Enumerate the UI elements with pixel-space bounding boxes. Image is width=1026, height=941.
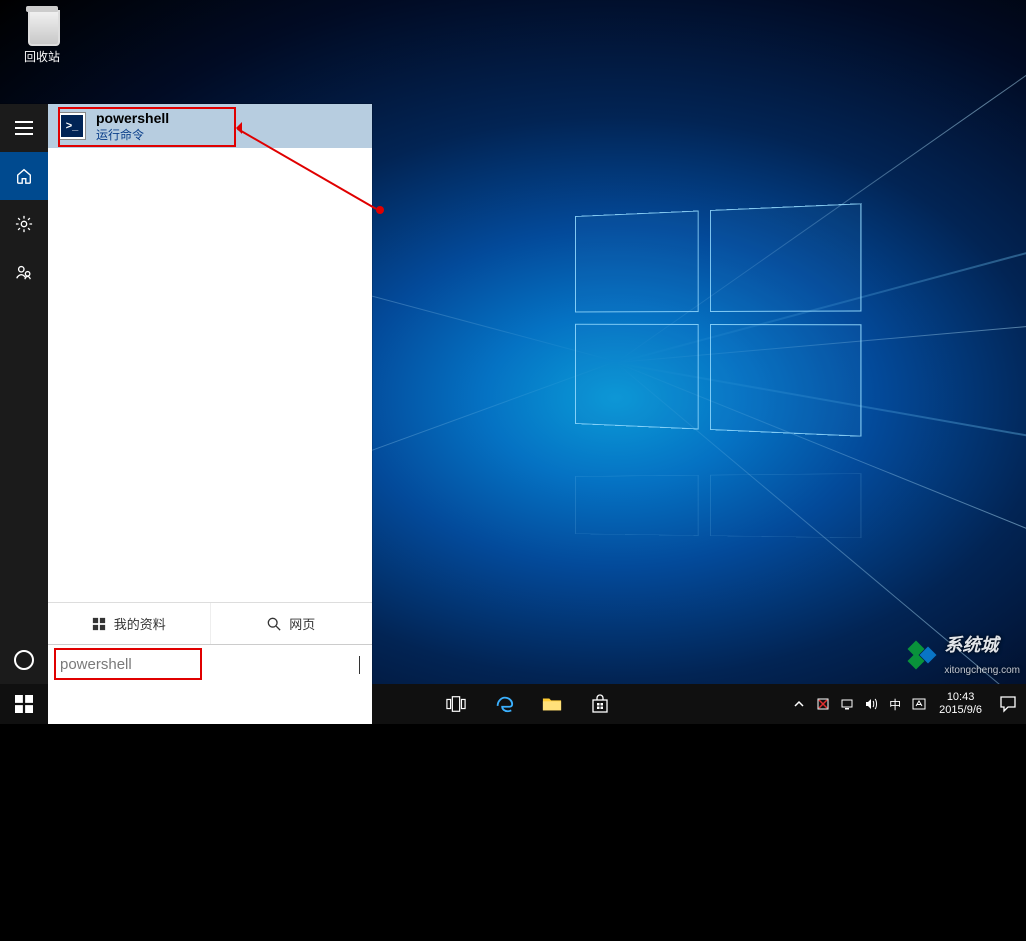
search-input[interactable] (60, 656, 361, 673)
watermark-sub: xitongcheng.com (944, 665, 1020, 676)
tray-security-icon[interactable] (811, 684, 835, 724)
tray-volume-icon[interactable] (859, 684, 883, 724)
best-match-title: powershell (96, 110, 169, 126)
cortana-button[interactable] (0, 636, 48, 684)
watermark-brand: 系统城 (944, 635, 998, 655)
recycle-bin[interactable]: 回收站 (20, 6, 64, 65)
action-center-button[interactable] (990, 695, 1026, 713)
feedback-button[interactable] (0, 248, 48, 296)
windows-logo-icon (92, 617, 106, 631)
filter-web[interactable]: 网页 (211, 603, 373, 644)
tray-ime-mode-icon[interactable] (907, 684, 931, 724)
best-match-subtitle: 运行命令 (96, 126, 169, 143)
best-match-result[interactable]: >_ powershell 运行命令 (48, 104, 372, 148)
search-box-taskbar-bg (48, 684, 372, 724)
tray-date: 2015/9/6 (939, 704, 982, 717)
search-rail (0, 104, 48, 684)
search-panel: >_ powershell 运行命令 我的资料 网页 (0, 104, 372, 684)
file-explorer-button[interactable] (528, 684, 576, 724)
hamburger-button[interactable] (0, 104, 48, 152)
filter-my-stuff-label: 我的资料 (114, 614, 166, 633)
windows-logo-hero (575, 203, 861, 437)
watermark-logo-icon (906, 643, 940, 667)
taskbar: 中 10:43 2015/9/6 (0, 684, 1026, 724)
tray-clock[interactable]: 10:43 2015/9/6 (931, 691, 990, 717)
windows-logo-reflection (575, 462, 861, 538)
search-filters: 我的资料 网页 (48, 602, 372, 644)
filter-web-label: 网页 (289, 614, 315, 633)
search-results-area: >_ powershell 运行命令 我的资料 网页 (48, 104, 372, 684)
search-icon (267, 617, 281, 631)
filter-my-stuff[interactable]: 我的资料 (48, 603, 211, 644)
watermark: 系统城 xitongcheng.com (906, 631, 1020, 678)
store-button[interactable] (576, 684, 624, 724)
home-button[interactable] (0, 152, 48, 200)
text-cursor (359, 656, 360, 674)
start-button[interactable] (0, 684, 48, 724)
tray-time: 10:43 (939, 691, 982, 704)
cortana-ring-icon (14, 650, 34, 670)
recycle-bin-label: 回收站 (20, 48, 64, 65)
tray-ime-indicator[interactable]: 中 (883, 684, 907, 724)
settings-button[interactable] (0, 200, 48, 248)
recycle-bin-icon (22, 6, 62, 46)
system-tray: 中 10:43 2015/9/6 (787, 684, 1026, 724)
tray-network-icon[interactable] (835, 684, 859, 724)
search-input-row (48, 644, 372, 684)
powershell-icon: >_ (58, 112, 86, 140)
task-view-button[interactable] (432, 684, 480, 724)
tray-chevron-up-icon[interactable] (787, 684, 811, 724)
edge-button[interactable] (480, 684, 528, 724)
